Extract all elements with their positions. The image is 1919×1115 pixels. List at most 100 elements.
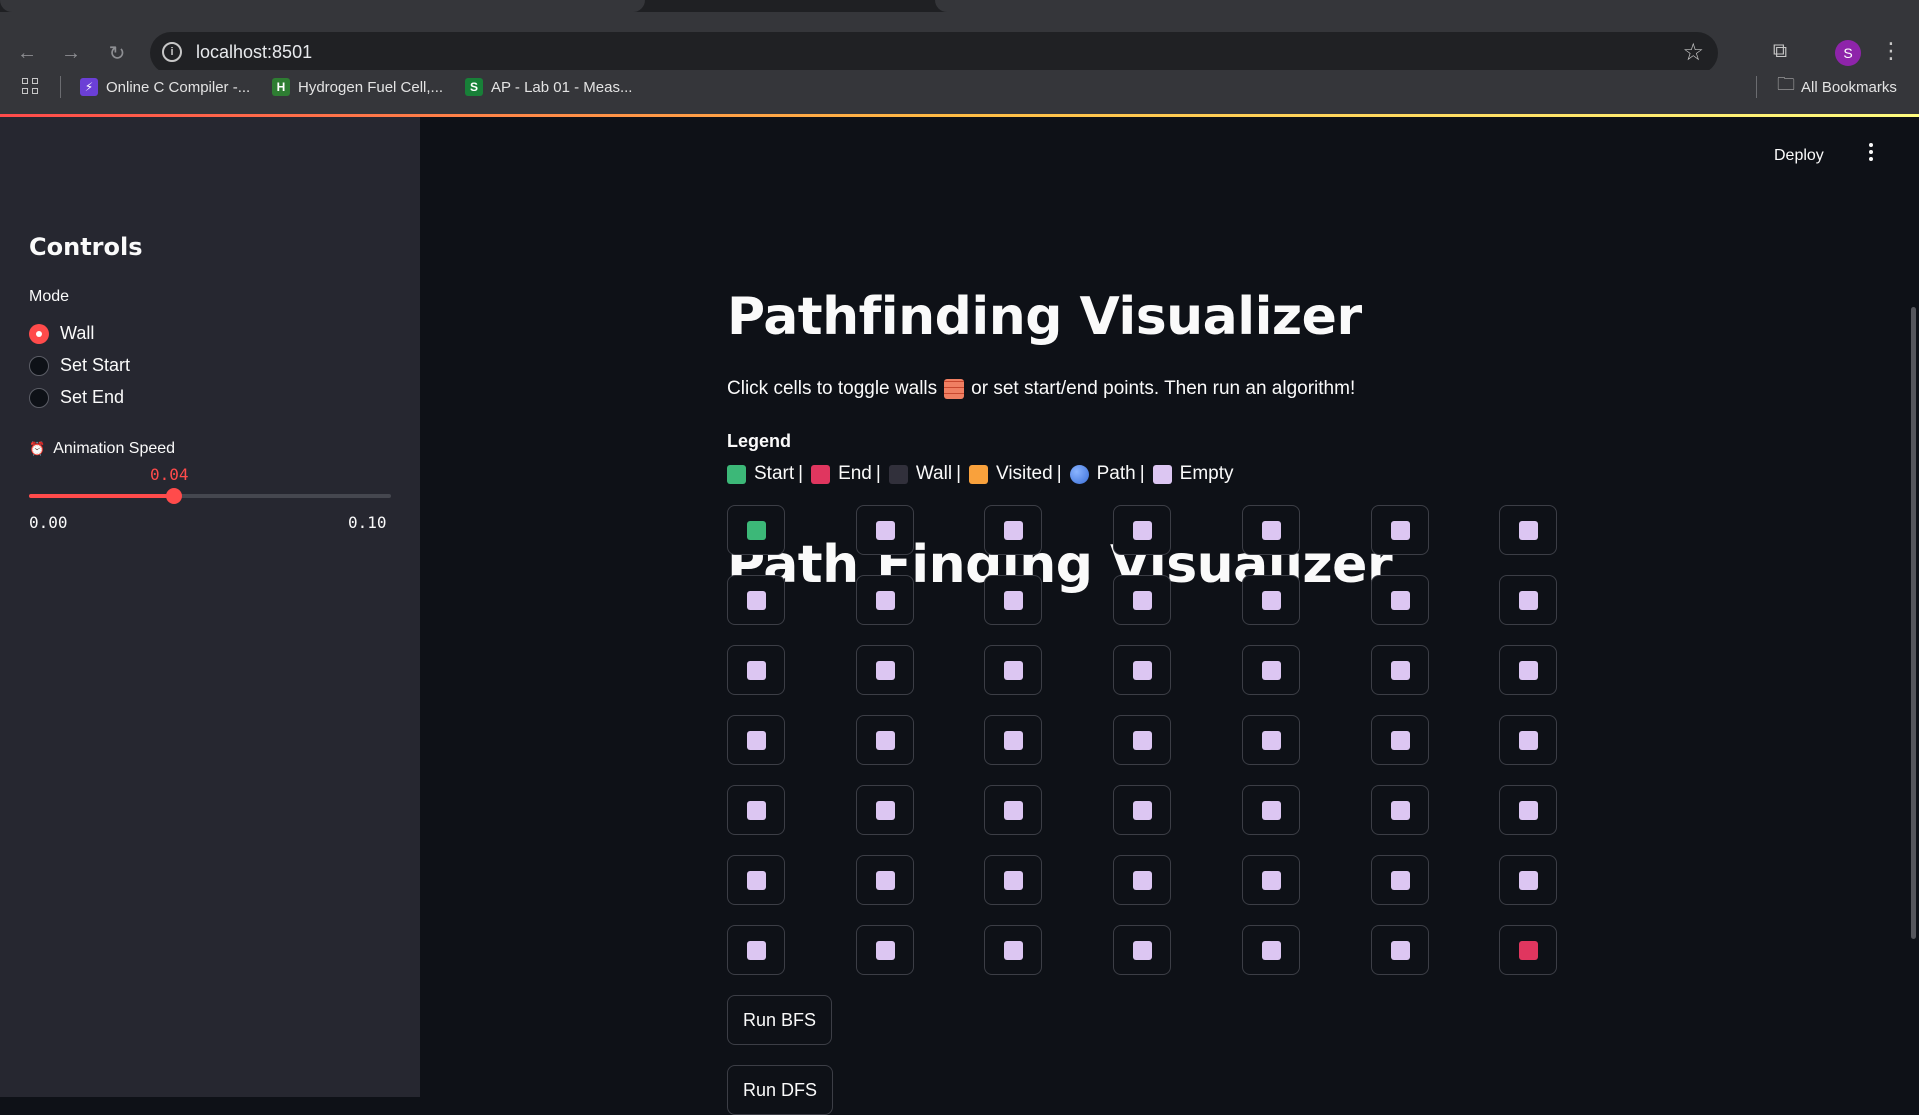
description-text: or set start/end points. Then run an alg… — [971, 378, 1356, 399]
run-bfs-button[interactable]: Run BFS — [727, 995, 833, 1045]
grid-cell-empty[interactable] — [727, 925, 785, 975]
site-info-icon[interactable]: i — [162, 42, 182, 62]
grid-cell-empty[interactable] — [856, 785, 914, 835]
apps-grid-icon[interactable] — [22, 78, 40, 96]
legend-label: End — [838, 463, 872, 484]
grid-cell-empty[interactable] — [856, 645, 914, 695]
grid-cell-empty[interactable] — [1371, 505, 1429, 555]
empty-square-icon — [746, 870, 766, 890]
empty-square-icon — [746, 660, 766, 680]
profile-avatar[interactable]: S — [1835, 40, 1861, 66]
grid-cell-empty[interactable] — [984, 645, 1042, 695]
grid-cell-empty[interactable] — [1499, 855, 1557, 905]
grid-cell-empty[interactable] — [1499, 715, 1557, 765]
grid-cell-start[interactable] — [727, 505, 785, 555]
s-icon: S — [465, 78, 483, 96]
bookmark-separator — [60, 76, 61, 98]
grid-cell-empty[interactable] — [1499, 645, 1557, 695]
scrollbar[interactable] — [1911, 307, 1916, 939]
run-dfs-button[interactable]: Run DFS — [727, 1065, 834, 1115]
grid-cell-empty[interactable] — [1371, 925, 1429, 975]
reload-icon[interactable]: ↻ — [102, 38, 132, 68]
grid-cell-empty[interactable] — [1113, 645, 1171, 695]
end-square-icon — [1518, 940, 1538, 960]
main-menu-icon[interactable] — [1866, 143, 1876, 164]
empty-square-icon — [875, 660, 895, 680]
grid-cell-empty[interactable] — [1242, 855, 1300, 905]
grid-cell-empty[interactable] — [1113, 575, 1171, 625]
legend: Start | End | Wall | Visited | Path | Empty — [727, 463, 1234, 485]
empty-square-icon — [1132, 660, 1152, 680]
grid-cell-empty[interactable] — [984, 785, 1042, 835]
address-bar[interactable]: i localhost:8501 ☆ — [150, 32, 1718, 74]
empty-square-icon — [1390, 870, 1410, 890]
all-bookmarks[interactable]: 🗀 All Bookmarks — [1777, 74, 1897, 100]
grid-cell-empty[interactable] — [856, 715, 914, 765]
grid-cell-empty[interactable] — [1371, 785, 1429, 835]
empty-square-icon — [1132, 870, 1152, 890]
browser-tab[interactable] — [935, 0, 1919, 12]
grid-cell-empty[interactable] — [984, 715, 1042, 765]
grid-cell-empty[interactable] — [727, 645, 785, 695]
grid-cell-empty[interactable] — [727, 855, 785, 905]
grid-cell-empty[interactable] — [1371, 645, 1429, 695]
grid-cell-end[interactable] — [1499, 925, 1557, 975]
empty-square-icon — [1003, 730, 1023, 750]
empty-square-icon — [1003, 590, 1023, 610]
grid-cell-empty[interactable] — [727, 575, 785, 625]
grid-cell-empty[interactable] — [1242, 505, 1300, 555]
grid-cell-empty[interactable] — [984, 505, 1042, 555]
bookmark-ap-lab[interactable]: S AP - Lab 01 - Meas... — [465, 74, 632, 100]
grid-cell-empty[interactable] — [1371, 855, 1429, 905]
grid-cell-empty[interactable] — [1242, 645, 1300, 695]
empty-square-icon — [1518, 800, 1538, 820]
empty-square-icon — [1132, 590, 1152, 610]
empty-square-icon — [875, 940, 895, 960]
bookmark-hydrogen-fuel-cell[interactable]: H Hydrogen Fuel Cell,... — [272, 74, 443, 100]
browser-menu-icon[interactable]: ⋮ — [1880, 38, 1902, 64]
grid-cell-empty[interactable] — [984, 575, 1042, 625]
bookmark-label: Online C Compiler -... — [106, 78, 251, 96]
empty-square-icon — [875, 590, 895, 610]
legend-title: Legend — [727, 431, 792, 451]
grid-cell-empty[interactable] — [856, 505, 914, 555]
grid-cell-empty[interactable] — [1113, 785, 1171, 835]
grid-cell-empty[interactable] — [727, 785, 785, 835]
grid-cell-empty[interactable] — [856, 575, 914, 625]
grid-cell-empty[interactable] — [1242, 575, 1300, 625]
empty-square-icon — [746, 590, 766, 610]
grid-cell-empty[interactable] — [984, 925, 1042, 975]
bolt-icon: ⚡ — [80, 78, 98, 96]
grid-cell-empty[interactable] — [1113, 925, 1171, 975]
grid-cell-empty[interactable] — [1371, 715, 1429, 765]
browser-tab[interactable] — [0, 0, 645, 12]
grid-cell-empty[interactable] — [727, 715, 785, 765]
empty-square-icon — [1003, 520, 1023, 540]
grid-cell-empty[interactable] — [1371, 575, 1429, 625]
empty-square-icon — [1518, 870, 1538, 890]
grid-cell-empty[interactable] — [1242, 925, 1300, 975]
grid-cell-empty[interactable] — [1499, 575, 1557, 625]
bookmark-label: Hydrogen Fuel Cell,... — [298, 78, 444, 96]
bookmark-online-c-compiler[interactable]: ⚡ Online C Compiler -... — [80, 74, 250, 100]
grid-cell-empty[interactable] — [1499, 505, 1557, 555]
extensions-icon[interactable]: ⧉ — [1768, 40, 1792, 64]
grid-cell-empty[interactable] — [1242, 785, 1300, 835]
deploy-button[interactable]: Deploy — [1774, 147, 1824, 165]
grid-cell-empty[interactable] — [1113, 715, 1171, 765]
empty-square-icon — [1518, 520, 1538, 540]
grid-cell-empty[interactable] — [1113, 505, 1171, 555]
start-square-icon — [746, 520, 766, 540]
url-text[interactable]: localhost:8501 — [196, 42, 312, 63]
grid-cell-empty[interactable] — [1499, 785, 1557, 835]
grid-cell-empty[interactable] — [856, 925, 914, 975]
grid-cell-empty[interactable] — [856, 855, 914, 905]
forward-icon[interactable]: → — [56, 38, 86, 68]
empty-square-icon — [746, 730, 766, 750]
grid-cell-empty[interactable] — [984, 855, 1042, 905]
visited-swatch-icon — [969, 464, 988, 484]
bookmark-star-icon[interactable]: ☆ — [1682, 38, 1704, 67]
grid-cell-empty[interactable] — [1113, 855, 1171, 905]
grid-cell-empty[interactable] — [1242, 715, 1300, 765]
back-icon[interactable]: ← — [12, 38, 42, 68]
